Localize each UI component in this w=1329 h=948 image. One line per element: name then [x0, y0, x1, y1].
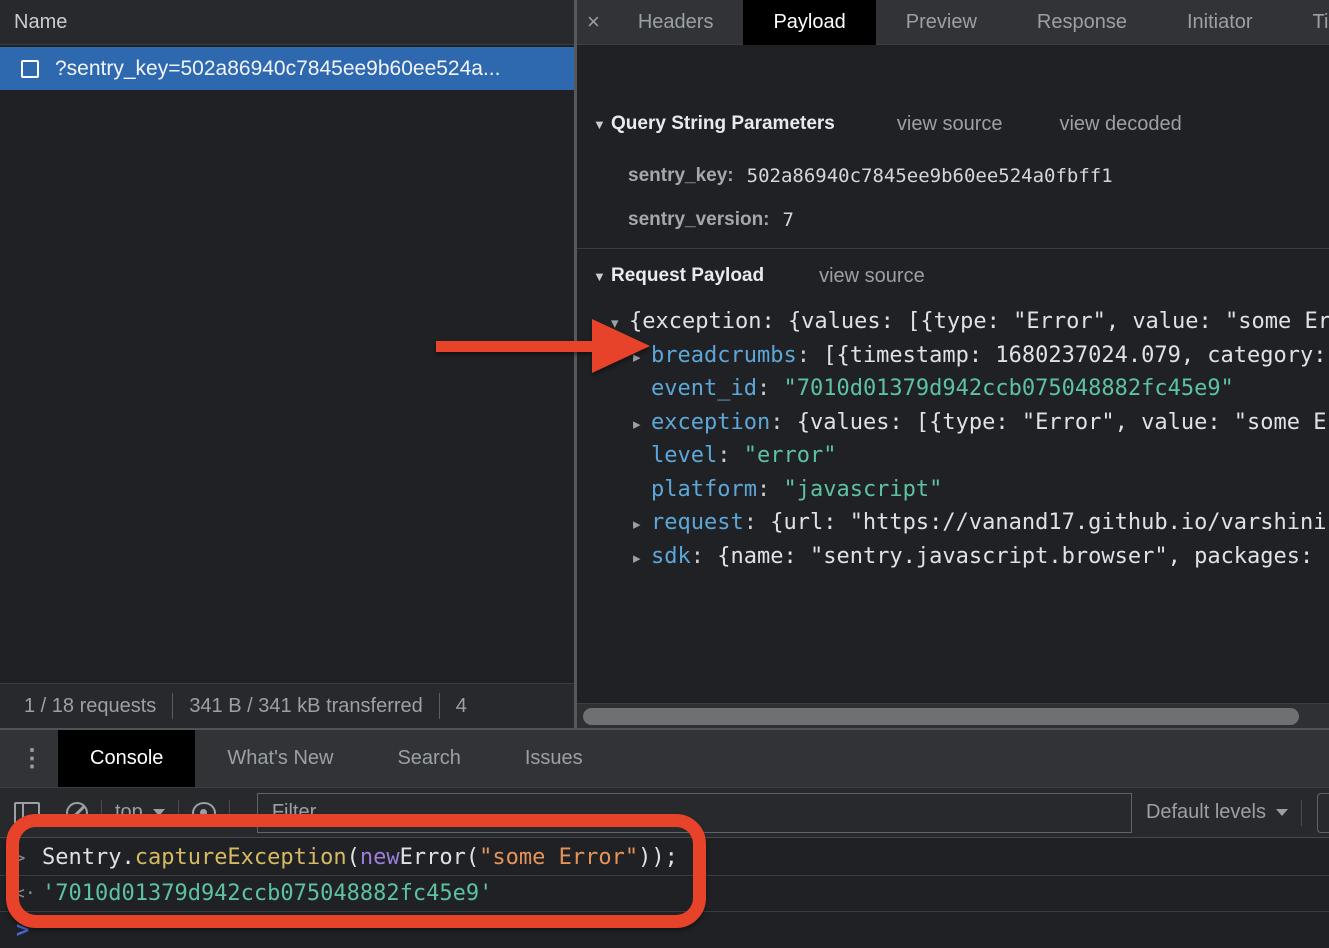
request-payload-header: ▼ Request Payload view source [593, 258, 925, 294]
detail-tabbar: × Headers Payload Preview Response Initi… [577, 0, 1329, 45]
query-params-header: ▼ Query String Parameters view source vi… [593, 106, 1182, 142]
tree-value: [{timestamp: 1680237024.079, category: [823, 343, 1326, 368]
tab-response[interactable]: Response [1007, 0, 1157, 45]
collapse-triangle-icon[interactable]: ▼ [593, 117, 611, 132]
tree-row-exception[interactable]: ▸exception: {values: [{type: "Error", va… [611, 406, 1329, 440]
arrow-tail [436, 341, 596, 352]
payload-json-tree: ▾{exception: {values: [{type: "Error", v… [577, 305, 1329, 573]
param-key: sentry_key: [628, 165, 734, 187]
query-params-title: Query String Parameters [611, 113, 835, 135]
tree-separator: : [717, 443, 744, 468]
horizontal-scrollbar [577, 703, 1329, 728]
annotation-arrow [436, 319, 650, 373]
param-row: sentry_key: 502a86940c7845ee9b60ee524a0f… [628, 154, 1113, 198]
tree-key: exception [651, 410, 770, 435]
status-more: 4 [456, 695, 467, 718]
network-status-bar: 1 / 18 requests 341 B / 341 kB transferr… [0, 683, 574, 728]
tree-separator: : [744, 510, 771, 535]
param-key: sentry_version: [628, 209, 770, 231]
tree-value: {url: "https://vanand17.github.io/varshi… [770, 510, 1326, 535]
request-name: ?sentry_key=502a86940c7845ee9b60ee524a..… [55, 57, 500, 81]
clipped-toolbar-button[interactable] [1317, 793, 1329, 833]
status-divider [172, 693, 173, 719]
tab-preview[interactable]: Preview [876, 0, 1007, 45]
tree-separator: : [770, 410, 797, 435]
transferred-size: 341 B / 341 kB transferred [189, 695, 422, 718]
request-checkbox[interactable] [21, 60, 39, 78]
name-column-label: Name [14, 11, 67, 34]
scrollbar-thumb[interactable] [583, 708, 1299, 725]
request-detail-panel: × Headers Payload Preview Response Initi… [577, 0, 1329, 728]
tree-row-breadcrumbs[interactable]: ▸breadcrumbs: [{timestamp: 1680237024.07… [611, 339, 1329, 373]
tab-initiator[interactable]: Initiator [1157, 0, 1283, 45]
tree-row-request[interactable]: ▸request: {url: "https://vanand17.github… [611, 506, 1329, 540]
view-source-link[interactable]: view source [819, 265, 925, 288]
default-levels-dropdown[interactable]: Default levels [1146, 801, 1288, 824]
arrow-head [592, 319, 650, 373]
default-levels-label: Default levels [1146, 801, 1266, 824]
tab-issues[interactable]: Issues [493, 730, 615, 787]
collapse-triangle-icon[interactable]: ▼ [593, 269, 611, 284]
tab-timing[interactable]: Tim [1283, 0, 1329, 45]
kebab-menu-icon[interactable]: ⋮ [20, 744, 44, 773]
tab-search[interactable]: Search [365, 730, 492, 787]
expand-triangle-icon[interactable]: ▸ [633, 542, 651, 574]
view-source-link[interactable]: view source [897, 113, 1003, 136]
network-request-row[interactable]: ?sentry_key=502a86940c7845ee9b60ee524a..… [0, 47, 574, 90]
request-payload-title: Request Payload [611, 265, 764, 287]
tree-value: "7010d01379d942ccb075048882fc45e9" [783, 376, 1233, 401]
tree-row-root[interactable]: ▾{exception: {values: [{type: "Error", v… [611, 305, 1329, 339]
expand-triangle-icon[interactable]: ▸ [633, 408, 651, 440]
tree-value: {name: "sentry.javascript.browser", pack… [717, 544, 1313, 569]
param-value: 502a86940c7845ee9b60ee524a0fbff1 [747, 165, 1113, 187]
tree-separator: : [691, 544, 718, 569]
tree-separator: : [797, 343, 824, 368]
tree-separator: : [757, 376, 784, 401]
status-divider [439, 693, 440, 719]
tab-payload[interactable]: Payload [743, 0, 875, 45]
tree-value: "error" [744, 443, 837, 468]
annotation-highlight-box [6, 814, 706, 928]
name-column-header[interactable]: Name [0, 0, 574, 45]
close-icon[interactable]: × [587, 0, 600, 45]
tree-key: platform [651, 477, 757, 502]
tree-value: {values: [{type: "Error", value: "some E [797, 410, 1327, 435]
tab-headers[interactable]: Headers [608, 0, 744, 45]
chevron-down-icon [1276, 809, 1288, 816]
tab-whats-new[interactable]: What's New [195, 730, 365, 787]
tree-row-event-id[interactable]: event_id: "7010d01379d942ccb075048882fc4… [611, 372, 1329, 406]
tree-row-sdk[interactable]: ▸sdk: {name: "sentry.javascript.browser"… [611, 540, 1329, 574]
tree-key: breadcrumbs [651, 343, 797, 368]
tree-key: level [651, 443, 717, 468]
devtools-window: Name ?sentry_key=502a86940c7845ee9b60ee5… [0, 0, 1329, 948]
payload-content: ▼ Query String Parameters view source vi… [577, 46, 1329, 703]
tree-key: request [651, 510, 744, 535]
expand-triangle-icon[interactable]: ▸ [633, 508, 651, 540]
toolbar-divider [1301, 800, 1302, 826]
requests-count: 1 / 18 requests [24, 695, 156, 718]
tree-row-level[interactable]: level: "error" [611, 439, 1329, 473]
param-row: sentry_version: 7 [628, 198, 794, 242]
tab-console[interactable]: Console [58, 730, 195, 787]
tree-row-platform[interactable]: platform: "javascript" [611, 473, 1329, 507]
section-divider [577, 248, 1329, 249]
tree-value: "javascript" [783, 477, 942, 502]
tree-key: sdk [651, 544, 691, 569]
param-value: 7 [783, 209, 794, 231]
tree-key: event_id [651, 376, 757, 401]
drawer-tabbar: ⋮ Console What's New Search Issues [0, 730, 1329, 788]
tree-value: {exception: {values: [{type: "Error", va… [629, 309, 1329, 334]
tree-separator: : [757, 477, 784, 502]
view-decoded-link[interactable]: view decoded [1059, 113, 1181, 136]
